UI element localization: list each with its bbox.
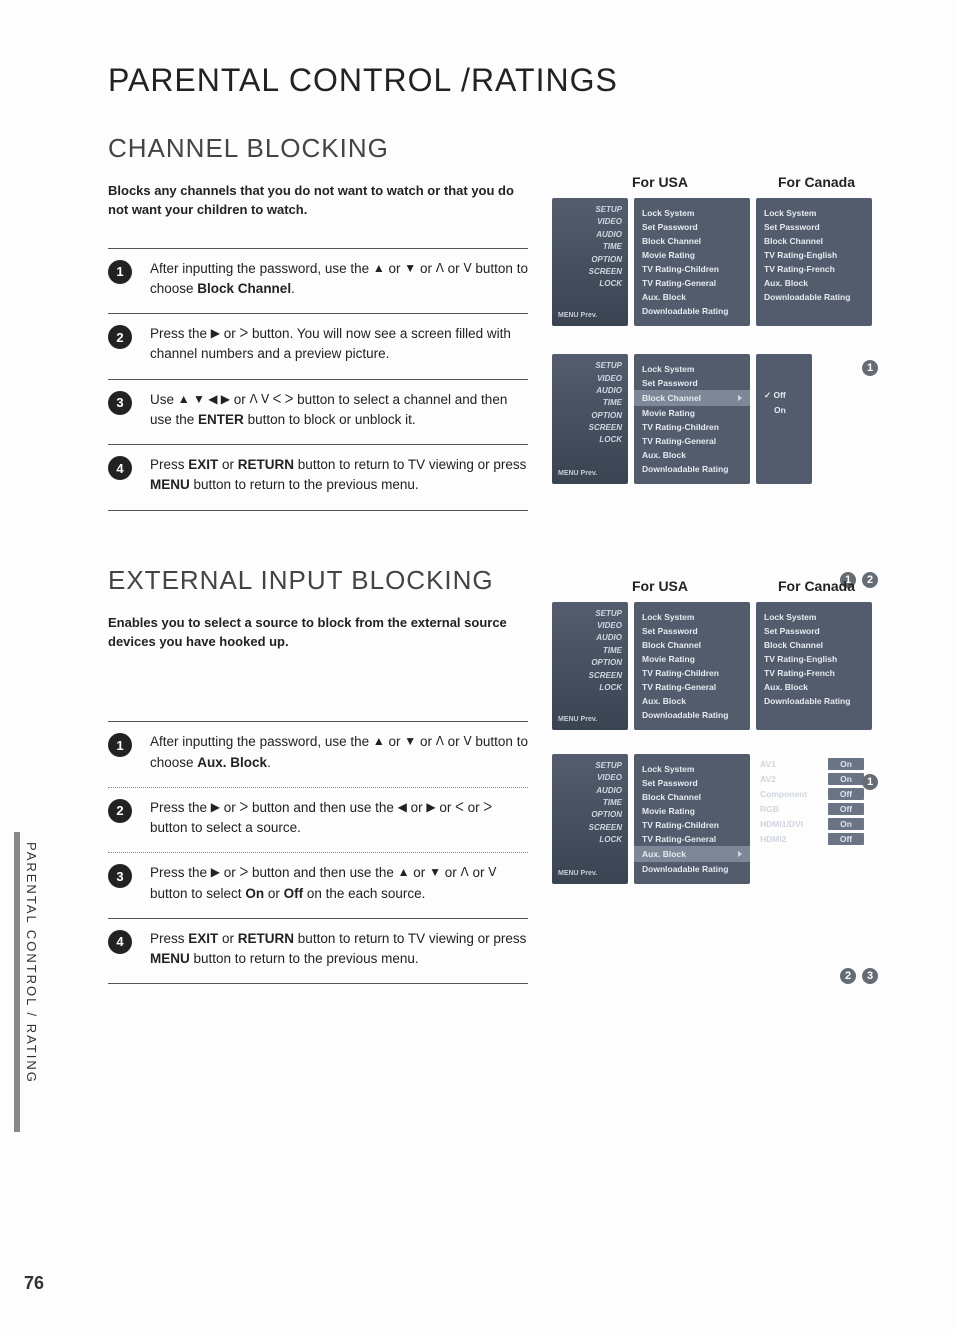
- step-text: After inputting the password, use the ▲ …: [150, 732, 528, 773]
- step-bullet: 4: [108, 930, 132, 954]
- step-bullet: 2: [108, 799, 132, 823]
- step-text: Press EXIT or RETURN button to return to…: [150, 455, 528, 496]
- channel-blocking-intro: Blocks any channels that you do not want…: [108, 182, 523, 220]
- osd-menu-row-1: SETUP VIDEO AUDIO TIME OPTION SCREEN LOC…: [552, 198, 882, 326]
- osd-usa-panel-highlight: Lock SystemSet Password Block Channel Mo…: [634, 354, 750, 484]
- osd-sub-options: Off On: [756, 354, 812, 484]
- step-text: Press the ▶ or ᐳ button and then use the…: [150, 798, 528, 839]
- step-text: After inputting the password, use the ▲ …: [150, 259, 528, 300]
- step-text: Press the ▶ or ᐳ button. You will now se…: [150, 324, 528, 365]
- step-text: Press the ▶ or ᐳ button and then use the…: [150, 863, 528, 904]
- chevron-right-icon: [734, 847, 742, 861]
- label-usa: For USA: [632, 174, 688, 190]
- step: 4 Press EXIT or RETURN button to return …: [108, 918, 528, 985]
- ext-block-steps: 1 After inputting the password, use the …: [108, 721, 528, 984]
- label-canada: For Canada: [778, 578, 855, 594]
- step: 2 Press the ▶ or ᐳ button. You will now …: [108, 313, 528, 379]
- step-bullet: 3: [108, 391, 132, 415]
- osd-badges: 1: [862, 360, 878, 376]
- region-labels: For USA For Canada: [632, 174, 882, 190]
- step-bullet: 4: [108, 456, 132, 480]
- step-bullet: 2: [108, 325, 132, 349]
- chevron-right-icon: [734, 391, 742, 405]
- osd-badges: 1: [862, 774, 878, 790]
- region-labels: For USA For Canada: [632, 578, 882, 594]
- osd-menu-row-2: SETUP VIDEO AUDIO TIME OPTION SCREEN LOC…: [552, 754, 882, 884]
- osd-sidebar: SETUP VIDEO AUDIO TIME OPTION SCREEN LOC…: [552, 354, 628, 484]
- label-usa: For USA: [632, 578, 688, 594]
- step: 3 Press the ▶ or ᐳ button and then use t…: [108, 852, 528, 918]
- osd-sidebar: SETUP VIDEO AUDIO TIME OPTION SCREEN LOC…: [552, 754, 628, 884]
- osd-sidebar: SETUP VIDEO AUDIO TIME OPTION SCREEN LOC…: [552, 198, 628, 326]
- step: 4 Press EXIT or RETURN button to return …: [108, 444, 528, 511]
- osd-usa-panel: Lock SystemSet PasswordBlock ChannelMovi…: [634, 198, 750, 326]
- ext-block-menus: For USA For Canada SETUP VIDEO AUDIO TIM…: [552, 578, 882, 892]
- osd-canada-panel: Lock SystemSet PasswordBlock ChannelTV R…: [756, 198, 872, 326]
- osd-usa-panel: Lock SystemSet PasswordBlock ChannelMovi…: [634, 602, 750, 730]
- page-title: PARENTAL CONTROL /RATINGS: [108, 62, 954, 99]
- osd-canada-panel: Lock SystemSet PasswordBlock ChannelTV R…: [756, 602, 872, 730]
- ext-block-row: Enables you to select a source to block …: [0, 614, 954, 985]
- channel-blocking-menus: For USA For Canada SETUP VIDEO AUDIO TIM…: [552, 174, 882, 492]
- label-canada: For Canada: [778, 174, 855, 190]
- osd-menu-row-1: SETUP VIDEO AUDIO TIME OPTION SCREEN LOC…: [552, 602, 882, 730]
- channel-blocking-row: Blocks any channels that you do not want…: [0, 182, 954, 511]
- osd-usa-panel-highlight: Lock SystemSet PasswordBlock ChannelMovi…: [634, 754, 750, 884]
- step: 1 After inputting the password, use the …: [108, 248, 528, 314]
- step-bullet: 3: [108, 864, 132, 888]
- step: 1 After inputting the password, use the …: [108, 721, 528, 787]
- osd-sidebar: SETUP VIDEO AUDIO TIME OPTION SCREEN LOC…: [552, 602, 628, 730]
- step-text: Press EXIT or RETURN button to return to…: [150, 929, 528, 970]
- step: 3 Use ▲ ▼ ◀ ▶ or ᐱ ᐯ ᐸ ᐳ button to selec…: [108, 379, 528, 445]
- osd-menu-row-2: SETUP VIDEO AUDIO TIME OPTION SCREEN LOC…: [552, 354, 882, 484]
- section-channel-blocking-title: CHANNEL BLOCKING: [108, 133, 954, 164]
- ext-block-intro: Enables you to select a source to block …: [108, 614, 523, 652]
- step: 2 Press the ▶ or ᐳ button and then use t…: [108, 787, 528, 853]
- page-number: 76: [24, 1273, 44, 1294]
- osd-badges: 2 3: [840, 968, 878, 984]
- step-bullet: 1: [108, 733, 132, 757]
- step-text: Use ▲ ▼ ◀ ▶ or ᐱ ᐯ ᐸ ᐳ button to select …: [150, 390, 528, 431]
- channel-blocking-steps: 1 After inputting the password, use the …: [108, 248, 528, 511]
- step-bullet: 1: [108, 260, 132, 284]
